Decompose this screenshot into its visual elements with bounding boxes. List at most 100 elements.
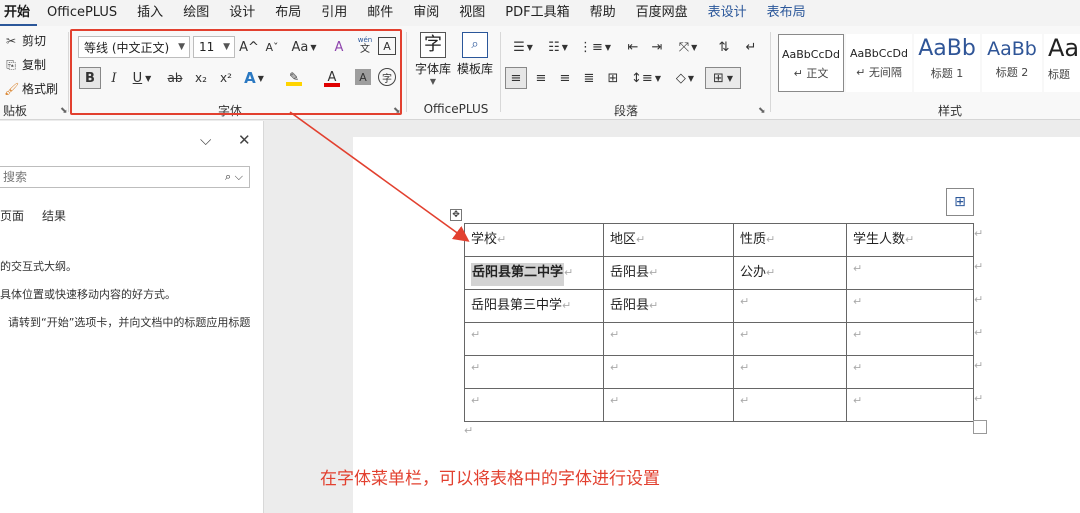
table-cell[interactable]: ↵ <box>846 322 974 356</box>
table-cell[interactable]: ↵ <box>733 355 847 389</box>
menu-tab[interactable]: 表设计 <box>698 0 757 26</box>
close-icon[interactable]: ✕ <box>238 131 251 149</box>
multilevel-list-button[interactable]: ⋮≡ ▼ <box>578 36 612 58</box>
menu-tab[interactable]: 引用 <box>311 0 357 26</box>
menu-tab[interactable]: 开始 <box>0 0 38 26</box>
style-normal[interactable]: AaBbCcDd ↵ 正文 <box>778 34 844 92</box>
tab-pages[interactable]: 页面 <box>0 207 24 224</box>
style-title[interactable]: Aa 标题 <box>1044 34 1080 92</box>
menu-tab[interactable]: 审阅 <box>403 0 449 26</box>
table-cell[interactable]: ↵ <box>733 322 847 356</box>
numbering-button[interactable]: ☷ ▼ <box>543 36 573 58</box>
row-end-mark: ↵ <box>974 359 984 372</box>
table-cell[interactable]: 岳阳县↵ <box>603 256 734 290</box>
table-cell[interactable]: ↵ <box>846 289 974 323</box>
table-cell[interactable]: ↵ <box>733 388 847 422</box>
menu-tab[interactable]: 插入 <box>127 0 173 26</box>
table-cell[interactable]: ↵ <box>846 256 974 290</box>
menu-tab[interactable]: PDF工具箱 <box>495 0 579 26</box>
cut-button[interactable]: ✂ 剪切 <box>4 32 46 49</box>
cell-end-mark: ↵ <box>564 266 574 279</box>
borders-icon: ⊞ <box>712 70 724 86</box>
shading-button[interactable]: ◇ ▼ <box>670 67 700 89</box>
clipboard-launcher-icon[interactable]: ⬊ <box>60 106 68 116</box>
increase-indent-button[interactable]: ⇥ <box>646 36 668 58</box>
tab-results[interactable]: 结果 <box>42 207 66 224</box>
menu-tab[interactable]: 绘图 <box>173 0 219 26</box>
table-header-cell[interactable]: 学生人数↵ <box>846 223 974 257</box>
distributed-button[interactable]: ⊞ <box>602 67 624 89</box>
chevron-down-icon[interactable]: ⌵ <box>200 131 211 149</box>
table-header-row: 学校↵ 地区↵ 性质↵ 学生人数↵ <box>464 223 974 257</box>
cell-end-mark: ↵ <box>766 266 776 279</box>
copy-button[interactable]: ⎘ 复制 <box>4 56 46 73</box>
show-marks-button[interactable]: ↵ <box>740 36 762 58</box>
style-name: 标题 2 <box>995 66 1029 79</box>
borders-button[interactable]: ⊞ ▼ <box>705 67 741 89</box>
chinese-layout-button[interactable]: ⤧ ▼ <box>673 36 703 58</box>
align-left-button[interactable]: ≡ <box>505 67 527 89</box>
menu-tab[interactable]: 百度网盘 <box>626 0 698 26</box>
sort-icon: ⇅ <box>718 39 730 55</box>
table-cell[interactable]: ↵ <box>464 355 604 389</box>
menu-tab[interactable]: 布局 <box>265 0 311 26</box>
nav-search-input[interactable]: 搜索 ⌕ ⌵ <box>0 166 250 188</box>
cut-label: 剪切 <box>22 34 47 48</box>
table-cell[interactable]: ↵ <box>603 355 734 389</box>
line-spacing-icon: ↕≡ <box>631 70 653 86</box>
style-name: 标题 <box>1048 68 1070 81</box>
table-cell[interactable]: ↵ <box>846 355 974 389</box>
format-painter-button[interactable]: 🖌 格式刷 <box>4 80 58 97</box>
chevron-down-icon: ▼ <box>604 42 612 52</box>
table-cell[interactable]: ↵ <box>464 322 604 356</box>
menu-tab[interactable]: 视图 <box>449 0 495 26</box>
sort-button[interactable]: ⇅ <box>713 36 735 58</box>
paragraph-launcher-icon[interactable]: ⬊ <box>758 106 766 116</box>
table-cell[interactable]: 岳阳县第二中学↵ <box>464 256 604 290</box>
cell-text: 学生人数 <box>853 232 906 247</box>
cell-text: 地区 <box>610 232 637 247</box>
font-library-button[interactable]: 字 字体库 ▼ <box>410 32 456 86</box>
style-heading-2[interactable]: AaBb 标题 2 <box>982 34 1042 92</box>
table-row: ↵ ↵ ↵ ↵ <box>464 322 974 356</box>
table-cell[interactable]: 岳阳县↵ <box>603 289 734 323</box>
table-cell[interactable]: ↵ <box>464 388 604 422</box>
line-spacing-button[interactable]: ↕≡ ▼ <box>630 67 662 89</box>
table-cell[interactable]: ↵ <box>733 289 847 323</box>
justify-button[interactable]: ≣ <box>578 67 600 89</box>
search-icon[interactable]: ⌕ ⌵ <box>225 167 243 187</box>
paragraph-mark: ↵ <box>464 424 474 437</box>
menu-tab[interactable]: 设计 <box>219 0 265 26</box>
chevron-down-icon: ▼ <box>561 42 568 52</box>
table-cell[interactable]: 公办↵ <box>733 256 847 290</box>
data-table[interactable]: 学校↵ 地区↵ 性质↵ 学生人数↵ 岳阳县第二中学↵ 岳阳县↵ 公办↵ ↵ 岳阳县第三中学↵ 岳阳… <box>464 223 974 422</box>
justify-icon: ≣ <box>583 70 595 86</box>
style-heading-1[interactable]: AaBb 标题 1 <box>914 34 980 92</box>
style-no-spacing[interactable]: AaBbCcDd ↵ 无间隔 <box>846 34 912 92</box>
table-cell[interactable]: 岳阳县第三中学↵ <box>464 289 604 323</box>
paint-bucket-icon: ◇ <box>675 70 686 86</box>
table-header-cell[interactable]: 学校↵ <box>464 223 604 257</box>
bullets-button[interactable]: ☰ ▼ <box>508 36 538 58</box>
decrease-indent-button[interactable]: ⇤ <box>622 36 644 58</box>
paintbrush-icon: 🖌 <box>4 81 20 96</box>
menu-tab[interactable]: 帮助 <box>580 0 626 26</box>
table-cell[interactable]: ↵ <box>603 388 734 422</box>
menu-tab[interactable]: OfficePLUS <box>37 0 127 26</box>
table-cell[interactable]: ↵ <box>603 322 734 356</box>
align-center-button[interactable]: ≡ <box>530 67 552 89</box>
table-move-handle-icon[interactable]: ✥ <box>450 209 462 221</box>
menu-tab[interactable]: 表布局 <box>757 0 816 26</box>
decrease-indent-icon: ⇤ <box>627 39 639 55</box>
table-cell[interactable]: ↵ <box>846 388 974 422</box>
align-right-button[interactable]: ≡ <box>554 67 576 89</box>
table-quick-layout-icon[interactable]: ⊞ <box>946 188 974 216</box>
menu-tab[interactable]: 邮件 <box>357 0 403 26</box>
template-library-button[interactable]: ⌕ 模板库 <box>452 32 498 77</box>
table-header-cell[interactable]: 地区↵ <box>603 223 734 257</box>
table-resize-handle[interactable] <box>973 420 987 434</box>
cell-end-mark: ↵ <box>853 295 863 308</box>
divider <box>406 32 407 112</box>
cell-end-mark: ↵ <box>740 361 750 374</box>
table-header-cell[interactable]: 性质↵ <box>733 223 847 257</box>
